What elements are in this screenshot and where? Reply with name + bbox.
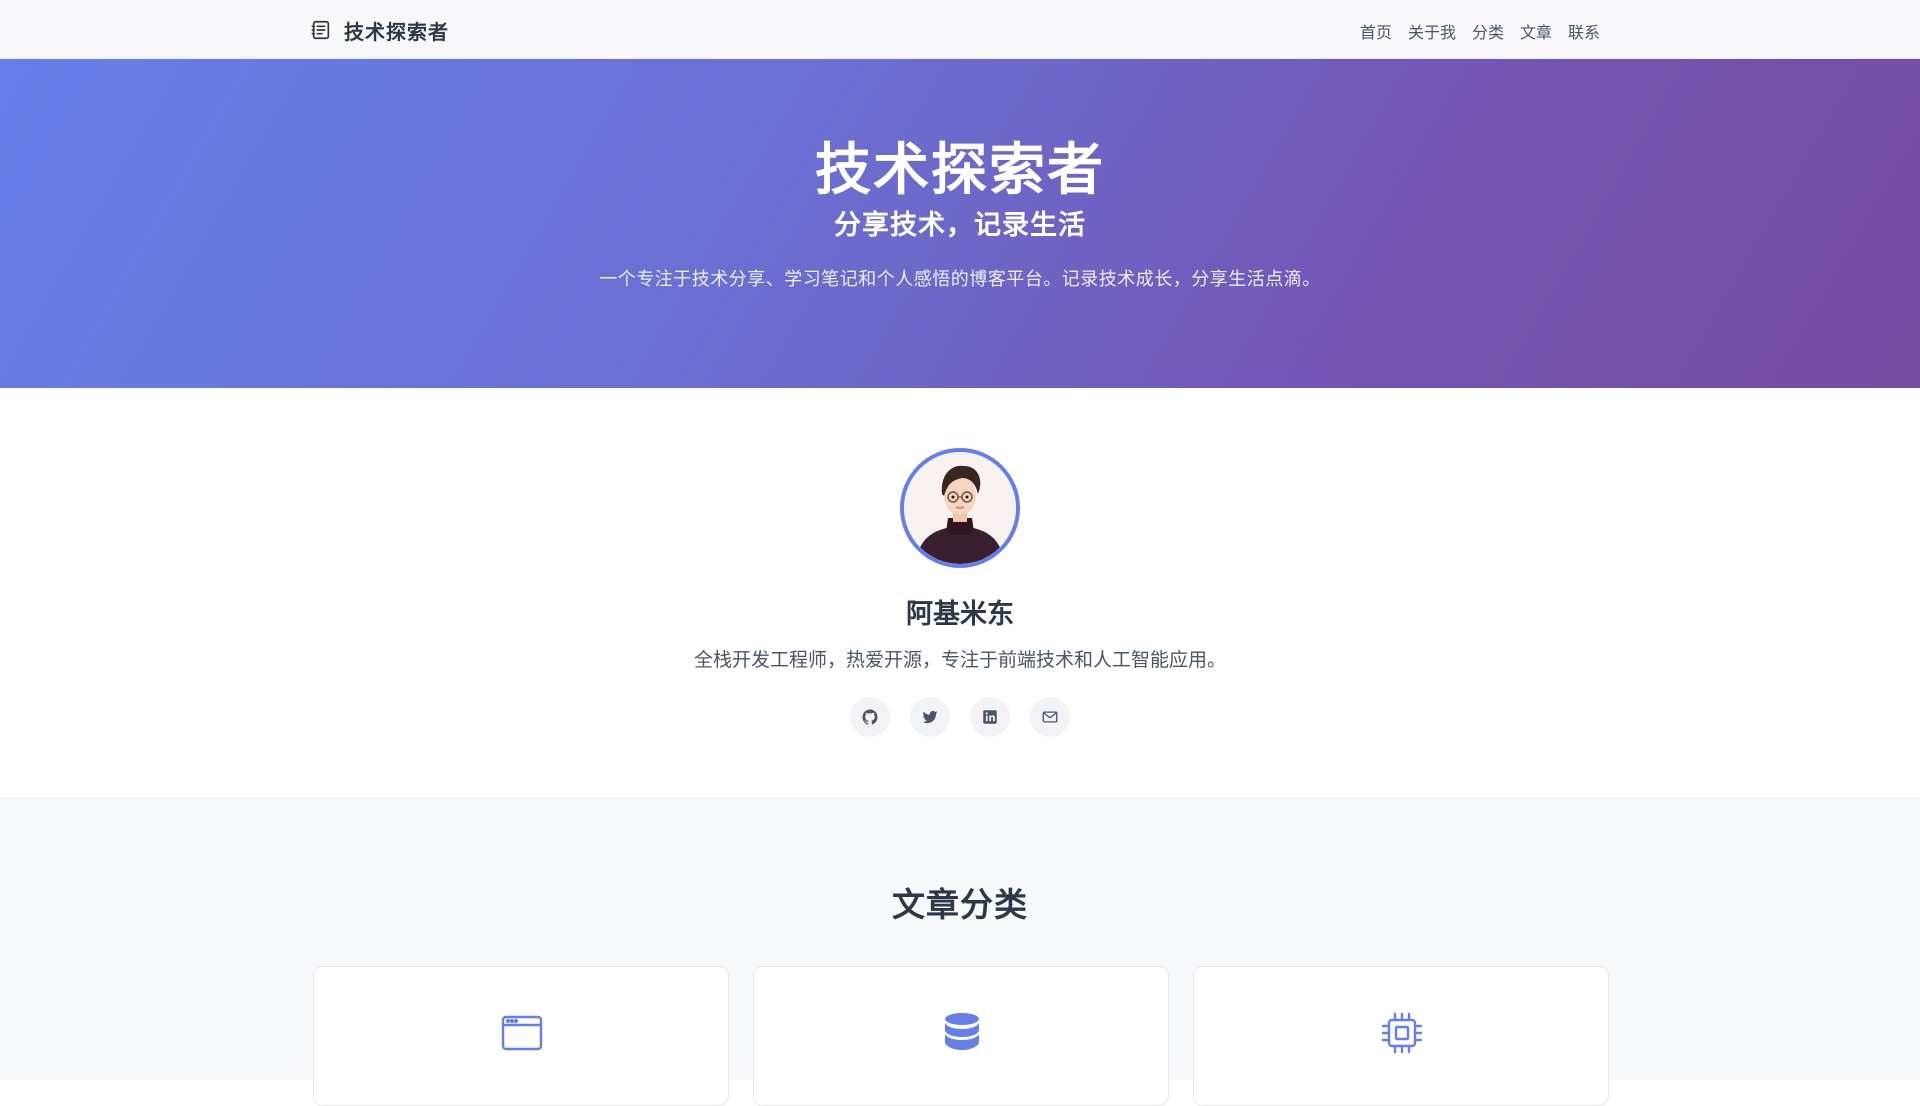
mail-icon xyxy=(1042,711,1058,723)
navbar: 技术探索者 首页 关于我 分类 文章 联系 xyxy=(0,0,1920,59)
avatar-illustration xyxy=(904,452,1016,564)
linkedin-link[interactable] xyxy=(970,697,1010,737)
nav-link-contact[interactable]: 联系 xyxy=(1568,19,1600,43)
nav-link-categories[interactable]: 分类 xyxy=(1472,19,1504,43)
email-link[interactable] xyxy=(1030,697,1070,737)
browser-window-icon xyxy=(501,1015,543,1051)
hero-description: 一个专注于技术分享、学习笔记和个人感悟的博客平台。记录技术成长，分享生活点滴。 xyxy=(599,269,1321,290)
linkedin-icon xyxy=(983,710,997,724)
category-card-frontend[interactable] xyxy=(313,966,729,1106)
avatar xyxy=(900,448,1020,568)
social-links xyxy=(850,697,1070,737)
database-icon xyxy=(945,1013,979,1050)
nav-link-home[interactable]: 首页 xyxy=(1360,19,1392,43)
nav-link-articles[interactable]: 文章 xyxy=(1520,19,1552,43)
brand-logo[interactable]: 技术探索者 xyxy=(310,17,449,44)
category-card-backend[interactable] xyxy=(753,966,1169,1106)
twitter-link[interactable] xyxy=(910,697,950,737)
brand-name: 技术探索者 xyxy=(344,19,449,44)
nav-menu: 首页 关于我 分类 文章 联系 xyxy=(1360,19,1600,43)
categories-title: 文章分类 xyxy=(892,885,1028,924)
twitter-icon xyxy=(922,710,938,724)
github-icon xyxy=(862,709,878,725)
github-link[interactable] xyxy=(850,697,890,737)
profile-name: 阿基米东 xyxy=(906,599,1014,630)
cpu-chip-icon xyxy=(1381,1012,1423,1054)
hero-banner: 技术探索者 分享技术，记录生活 一个专注于技术分享、学习笔记和个人感悟的博客平台… xyxy=(0,59,1920,388)
categories-section: 文章分类 xyxy=(0,798,1920,1106)
profile-bio: 全栈开发工程师，热爱开源，专注于前端技术和人工智能应用。 xyxy=(693,649,1226,671)
nav-link-about[interactable]: 关于我 xyxy=(1408,19,1456,43)
category-card-ai[interactable] xyxy=(1193,966,1609,1106)
hero-title: 技术探索者 xyxy=(815,138,1105,203)
notebook-icon xyxy=(311,20,330,40)
profile-section: 阿基米东 全栈开发工程师，热爱开源，专注于前端技术和人工智能应用。 xyxy=(0,388,1920,798)
hero-subtitle: 分享技术，记录生活 xyxy=(834,210,1086,241)
